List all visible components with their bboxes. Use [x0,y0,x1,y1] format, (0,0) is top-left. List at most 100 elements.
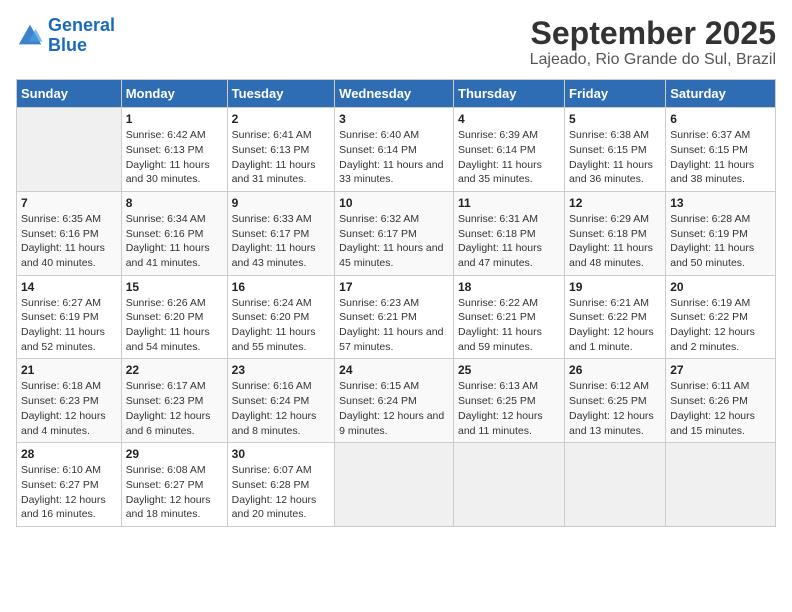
day-cell: 25 Sunrise: 6:13 AMSunset: 6:25 PMDayligh… [454,359,565,443]
day-number: 10 [339,196,449,210]
day-cell: 13 Sunrise: 6:28 AMSunset: 6:19 PMDayligh… [666,191,776,275]
day-cell: 2 Sunrise: 6:41 AMSunset: 6:13 PMDaylight… [227,108,334,192]
day-info: Sunrise: 6:13 AMSunset: 6:25 PMDaylight:… [458,379,560,438]
day-cell: 24 Sunrise: 6:15 AMSunset: 6:24 PMDayligh… [335,359,454,443]
day-info: Sunrise: 6:12 AMSunset: 6:25 PMDaylight:… [569,379,661,438]
day-number: 26 [569,363,661,377]
day-number: 22 [126,363,223,377]
day-cell: 23Sunrise: 6:16 AMSunset: 6:24 PMDayligh… [227,359,334,443]
day-number: 2 [232,112,330,126]
day-info: Sunrise: 6:42 AMSunset: 6:13 PMDaylight:… [126,128,223,187]
day-number: 15 [126,280,223,294]
day-info: Sunrise: 6:11 AMSunset: 6:26 PMDaylight:… [670,379,771,438]
day-info: Sunrise: 6:27 AMSunset: 6:19 PMDaylight:… [21,296,117,355]
day-cell: 22 Sunrise: 6:17 AMSunset: 6:23 PMDayligh… [121,359,227,443]
day-cell: 14 Sunrise: 6:27 AMSunset: 6:19 PMDayligh… [17,275,122,359]
day-number: 1 [126,112,223,126]
day-number: 16 [232,280,330,294]
week-row-5: 28 Sunrise: 6:10 AMSunset: 6:27 PMDayligh… [17,443,776,527]
day-cell: 10 Sunrise: 6:32 AMSunset: 6:17 PMDayligh… [335,191,454,275]
day-number: 7 [21,196,117,210]
day-info: Sunrise: 6:33 AMSunset: 6:17 PMDaylight:… [232,212,330,271]
day-info: Sunrise: 6:37 AMSunset: 6:15 PMDaylight:… [670,128,771,187]
day-cell: 27 Sunrise: 6:11 AMSunset: 6:26 PMDayligh… [666,359,776,443]
day-number: 24 [339,363,449,377]
day-cell: 4 Sunrise: 6:39 AMSunset: 6:14 PMDaylight… [454,108,565,192]
day-cell [17,108,122,192]
day-info: Sunrise: 6:07 AMSunset: 6:28 PMDaylight:… [232,463,330,522]
day-info: Sunrise: 6:23 AMSunset: 6:21 PMDaylight:… [339,296,449,355]
day-cell: 20 Sunrise: 6:19 AMSunset: 6:22 PMDayligh… [666,275,776,359]
day-info: Sunrise: 6:39 AMSunset: 6:14 PMDaylight:… [458,128,560,187]
day-cell: 19Sunrise: 6:21 AMSunset: 6:22 PMDayligh… [565,275,666,359]
day-cell [565,443,666,527]
day-cell: 29 Sunrise: 6:08 AMSunset: 6:27 PMDayligh… [121,443,227,527]
day-cell: 8 Sunrise: 6:34 AMSunset: 6:16 PMDaylight… [121,191,227,275]
day-info: Sunrise: 6:17 AMSunset: 6:23 PMDaylight:… [126,379,223,438]
day-info: Sunrise: 6:10 AMSunset: 6:27 PMDaylight:… [21,463,117,522]
day-info: Sunrise: 6:34 AMSunset: 6:16 PMDaylight:… [126,212,223,271]
calendar-body: 1 Sunrise: 6:42 AMSunset: 6:13 PMDaylight… [17,108,776,527]
title-block: September 2025 Lajeado, Rio Grande do Su… [530,16,776,69]
day-info: Sunrise: 6:18 AMSunset: 6:23 PMDaylight:… [21,379,117,438]
day-info: Sunrise: 6:08 AMSunset: 6:27 PMDaylight:… [126,463,223,522]
day-cell: 5Sunrise: 6:38 AMSunset: 6:15 PMDaylight… [565,108,666,192]
logo-line1: General [48,15,115,35]
day-info: Sunrise: 6:24 AMSunset: 6:20 PMDaylight:… [232,296,330,355]
day-number: 29 [126,447,223,461]
day-cell [454,443,565,527]
day-info: Sunrise: 6:16 AMSunset: 6:24 PMDaylight:… [232,379,330,438]
day-cell: 6 Sunrise: 6:37 AMSunset: 6:15 PMDaylight… [666,108,776,192]
calendar-subtitle: Lajeado, Rio Grande do Sul, Brazil [530,51,776,69]
logo-text: General Blue [48,16,115,56]
day-info: Sunrise: 6:38 AMSunset: 6:15 PMDaylight:… [569,128,661,187]
day-number: 9 [232,196,330,210]
day-cell: 28 Sunrise: 6:10 AMSunset: 6:27 PMDayligh… [17,443,122,527]
day-cell [666,443,776,527]
day-number: 25 [458,363,560,377]
logo-icon [16,22,44,50]
day-cell: 7Sunrise: 6:35 AMSunset: 6:16 PMDaylight… [17,191,122,275]
logo-line2: Blue [48,35,87,55]
day-cell: 26 Sunrise: 6:12 AMSunset: 6:25 PMDayligh… [565,359,666,443]
day-number: 13 [670,196,771,210]
header-cell-tuesday: Tuesday [227,80,334,108]
day-info: Sunrise: 6:41 AMSunset: 6:13 PMDaylight:… [232,128,330,187]
day-number: 27 [670,363,771,377]
calendar-table: SundayMondayTuesdayWednesdayThursdayFrid… [16,79,776,527]
day-info: Sunrise: 6:31 AMSunset: 6:18 PMDaylight:… [458,212,560,271]
day-number: 30 [232,447,330,461]
day-info: Sunrise: 6:19 AMSunset: 6:22 PMDaylight:… [670,296,771,355]
day-number: 14 [21,280,117,294]
logo: General Blue [16,16,115,56]
day-info: Sunrise: 6:32 AMSunset: 6:17 PMDaylight:… [339,212,449,271]
day-number: 18 [458,280,560,294]
day-number: 19 [569,280,661,294]
day-info: Sunrise: 6:40 AMSunset: 6:14 PMDaylight:… [339,128,449,187]
header-cell-wednesday: Wednesday [335,80,454,108]
day-number: 6 [670,112,771,126]
day-cell [335,443,454,527]
day-number: 21 [21,363,117,377]
day-info: Sunrise: 6:15 AMSunset: 6:24 PMDaylight:… [339,379,449,438]
day-number: 11 [458,196,560,210]
header-cell-sunday: Sunday [17,80,122,108]
header-cell-friday: Friday [565,80,666,108]
day-number: 20 [670,280,771,294]
header-row: SundayMondayTuesdayWednesdayThursdayFrid… [17,80,776,108]
day-number: 17 [339,280,449,294]
day-number: 8 [126,196,223,210]
day-cell: 18Sunrise: 6:22 AMSunset: 6:21 PMDayligh… [454,275,565,359]
day-cell: 1 Sunrise: 6:42 AMSunset: 6:13 PMDaylight… [121,108,227,192]
week-row-1: 1 Sunrise: 6:42 AMSunset: 6:13 PMDaylight… [17,108,776,192]
day-info: Sunrise: 6:28 AMSunset: 6:19 PMDaylight:… [670,212,771,271]
header-cell-saturday: Saturday [666,80,776,108]
day-cell: 21 Sunrise: 6:18 AMSunset: 6:23 PMDayligh… [17,359,122,443]
day-number: 4 [458,112,560,126]
header-cell-thursday: Thursday [454,80,565,108]
day-cell: 12Sunrise: 6:29 AMSunset: 6:18 PMDayligh… [565,191,666,275]
day-cell: 11 Sunrise: 6:31 AMSunset: 6:18 PMDayligh… [454,191,565,275]
day-number: 28 [21,447,117,461]
day-number: 3 [339,112,449,126]
page-header: General Blue September 2025 Lajeado, Rio… [16,16,776,69]
